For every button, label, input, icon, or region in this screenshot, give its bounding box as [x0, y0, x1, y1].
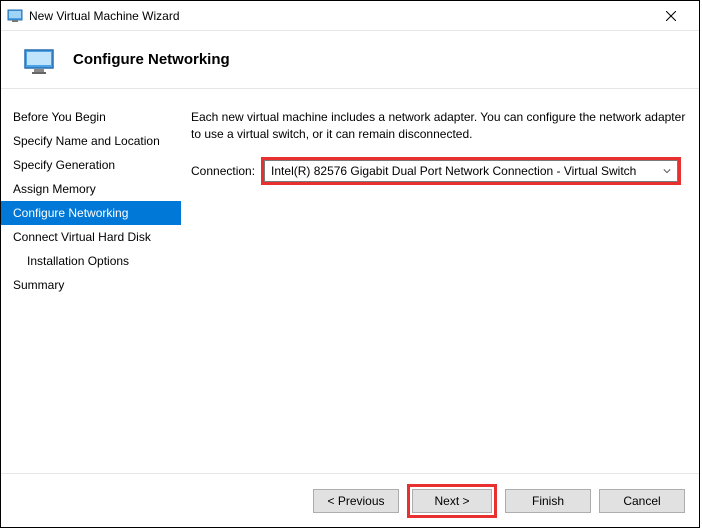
chevron-down-icon — [663, 167, 671, 175]
header-icon — [23, 44, 55, 76]
page-title: Configure Networking — [73, 51, 230, 68]
step-before-you-begin[interactable]: Before You Begin — [1, 105, 181, 129]
wizard-main: Each new virtual machine includes a netw… — [181, 89, 699, 473]
step-specify-name[interactable]: Specify Name and Location — [1, 129, 181, 153]
connection-label: Connection: — [191, 164, 255, 178]
step-installation-options[interactable]: Installation Options — [1, 249, 181, 273]
wizard-footer: < Previous Next > Finish Cancel — [1, 473, 699, 527]
step-configure-networking[interactable]: Configure Networking — [1, 201, 181, 225]
connection-dropdown[interactable]: Intel(R) 82576 Gigabit Dual Port Network… — [264, 160, 678, 182]
step-specify-generation[interactable]: Specify Generation — [1, 153, 181, 177]
app-icon — [7, 8, 23, 24]
titlebar: New Virtual Machine Wizard — [1, 1, 699, 31]
close-button[interactable] — [651, 1, 691, 30]
step-connect-vhd[interactable]: Connect Virtual Hard Disk — [1, 225, 181, 249]
wizard-body: Before You Begin Specify Name and Locati… — [1, 89, 699, 473]
step-summary[interactable]: Summary — [1, 273, 181, 297]
connection-value: Intel(R) 82576 Gigabit Dual Port Network… — [271, 164, 636, 178]
wizard-steps: Before You Begin Specify Name and Locati… — [1, 89, 181, 473]
cancel-button[interactable]: Cancel — [599, 489, 685, 513]
step-assign-memory[interactable]: Assign Memory — [1, 177, 181, 201]
finish-button[interactable]: Finish — [505, 489, 591, 513]
previous-button[interactable]: < Previous — [313, 489, 399, 513]
connection-highlight: Intel(R) 82576 Gigabit Dual Port Network… — [261, 157, 681, 185]
next-button[interactable]: Next > — [412, 489, 492, 513]
connection-row: Connection: Intel(R) 82576 Gigabit Dual … — [191, 157, 689, 185]
close-icon — [666, 11, 676, 21]
wizard-header: Configure Networking — [1, 31, 699, 89]
window-title: New Virtual Machine Wizard — [29, 9, 651, 23]
description-text: Each new virtual machine includes a netw… — [191, 109, 686, 143]
next-highlight: Next > — [407, 484, 497, 518]
wizard-window: New Virtual Machine Wizard Configure Net… — [0, 0, 700, 528]
